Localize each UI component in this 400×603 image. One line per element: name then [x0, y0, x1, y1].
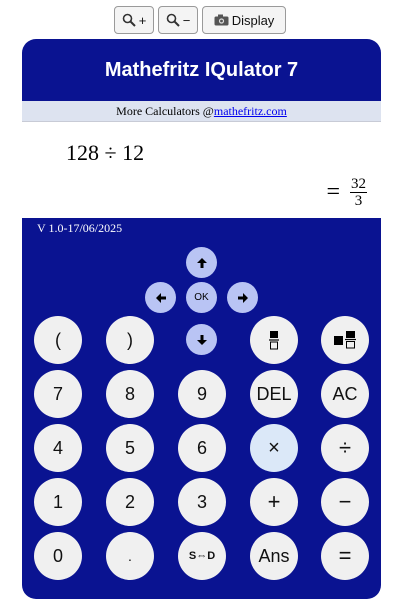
equals-key[interactable]: = — [321, 532, 369, 580]
ans-key[interactable]: Ans — [250, 532, 298, 580]
result-equals: = — [326, 179, 340, 205]
nav-ok-button[interactable]: OK — [186, 282, 217, 313]
four-key[interactable]: 4 — [34, 424, 82, 472]
calculator-title: Mathefritz IQulator 7 — [104, 58, 299, 81]
delete-key[interactable]: DEL — [250, 370, 298, 418]
s-to-d-key[interactable]: S⇔D — [178, 532, 226, 580]
fraction-template-icon — [269, 331, 279, 350]
arrow-right-icon — [237, 292, 248, 303]
one-key[interactable]: 1 — [34, 478, 82, 526]
mixed-fraction-icon — [334, 331, 356, 349]
multiply-key[interactable]: × — [250, 424, 298, 472]
arrow-left-icon — [155, 292, 166, 303]
divide-key[interactable]: ÷ — [321, 424, 369, 472]
three-key[interactable]: 3 — [178, 478, 226, 526]
open-paren-key[interactable]: ( — [34, 316, 82, 364]
result-fraction: 32 3 — [350, 176, 367, 209]
zero-key[interactable]: 0 — [34, 532, 82, 580]
mixed-fraction-key[interactable] — [321, 316, 369, 364]
minus-key[interactable]: − — [321, 478, 369, 526]
zoom-in-label: + — [138, 12, 147, 28]
more-calculators-bar: More Calculators @ mathefritz.com — [22, 101, 381, 122]
nav-left-button[interactable] — [145, 282, 176, 313]
seven-key[interactable]: 7 — [34, 370, 82, 418]
zoom-out-button[interactable]: − — [158, 6, 198, 34]
toolbar: + − Display — [0, 6, 400, 36]
plus-key[interactable]: + — [250, 478, 298, 526]
decimal-point-key[interactable]: . — [106, 532, 154, 580]
ok-label: OK — [194, 292, 209, 303]
five-key[interactable]: 5 — [106, 424, 154, 472]
nav-right-button[interactable] — [227, 282, 258, 313]
camera-icon — [214, 14, 229, 26]
zoom-in-button[interactable]: + — [114, 6, 154, 34]
calculator-display: 128 ÷ 12 = 32 3 — [22, 122, 381, 218]
nav-down-button[interactable] — [186, 324, 217, 355]
magnifier-icon — [166, 13, 180, 27]
more-calculators-text: More Calculators @ — [116, 103, 214, 118]
nav-up-button[interactable] — [186, 247, 217, 278]
close-paren-key[interactable]: ) — [106, 316, 154, 364]
nine-key[interactable]: 9 — [178, 370, 226, 418]
version-label: V 1.0-17/06/2025 — [37, 221, 123, 235]
fraction-key[interactable] — [250, 316, 298, 364]
display-button[interactable]: Display — [202, 6, 286, 34]
more-calculators-link[interactable]: mathefritz.com — [214, 104, 287, 119]
all-clear-key[interactable]: AC — [321, 370, 369, 418]
result-denominator: 3 — [354, 193, 363, 209]
display-label: Display — [231, 12, 275, 28]
two-key[interactable]: 2 — [106, 478, 154, 526]
magnifier-icon — [122, 13, 136, 27]
result-numerator: 32 — [350, 176, 367, 193]
eight-key[interactable]: 8 — [106, 370, 154, 418]
expression: 128 ÷ 12 — [66, 140, 145, 165]
result: = 32 3 — [326, 176, 367, 209]
arrow-down-icon — [196, 334, 207, 345]
calculator: Mathefritz IQulator 7 More Calculators @… — [22, 39, 381, 599]
zoom-out-label: − — [182, 12, 191, 28]
six-key[interactable]: 6 — [178, 424, 226, 472]
arrow-up-icon — [196, 257, 207, 268]
